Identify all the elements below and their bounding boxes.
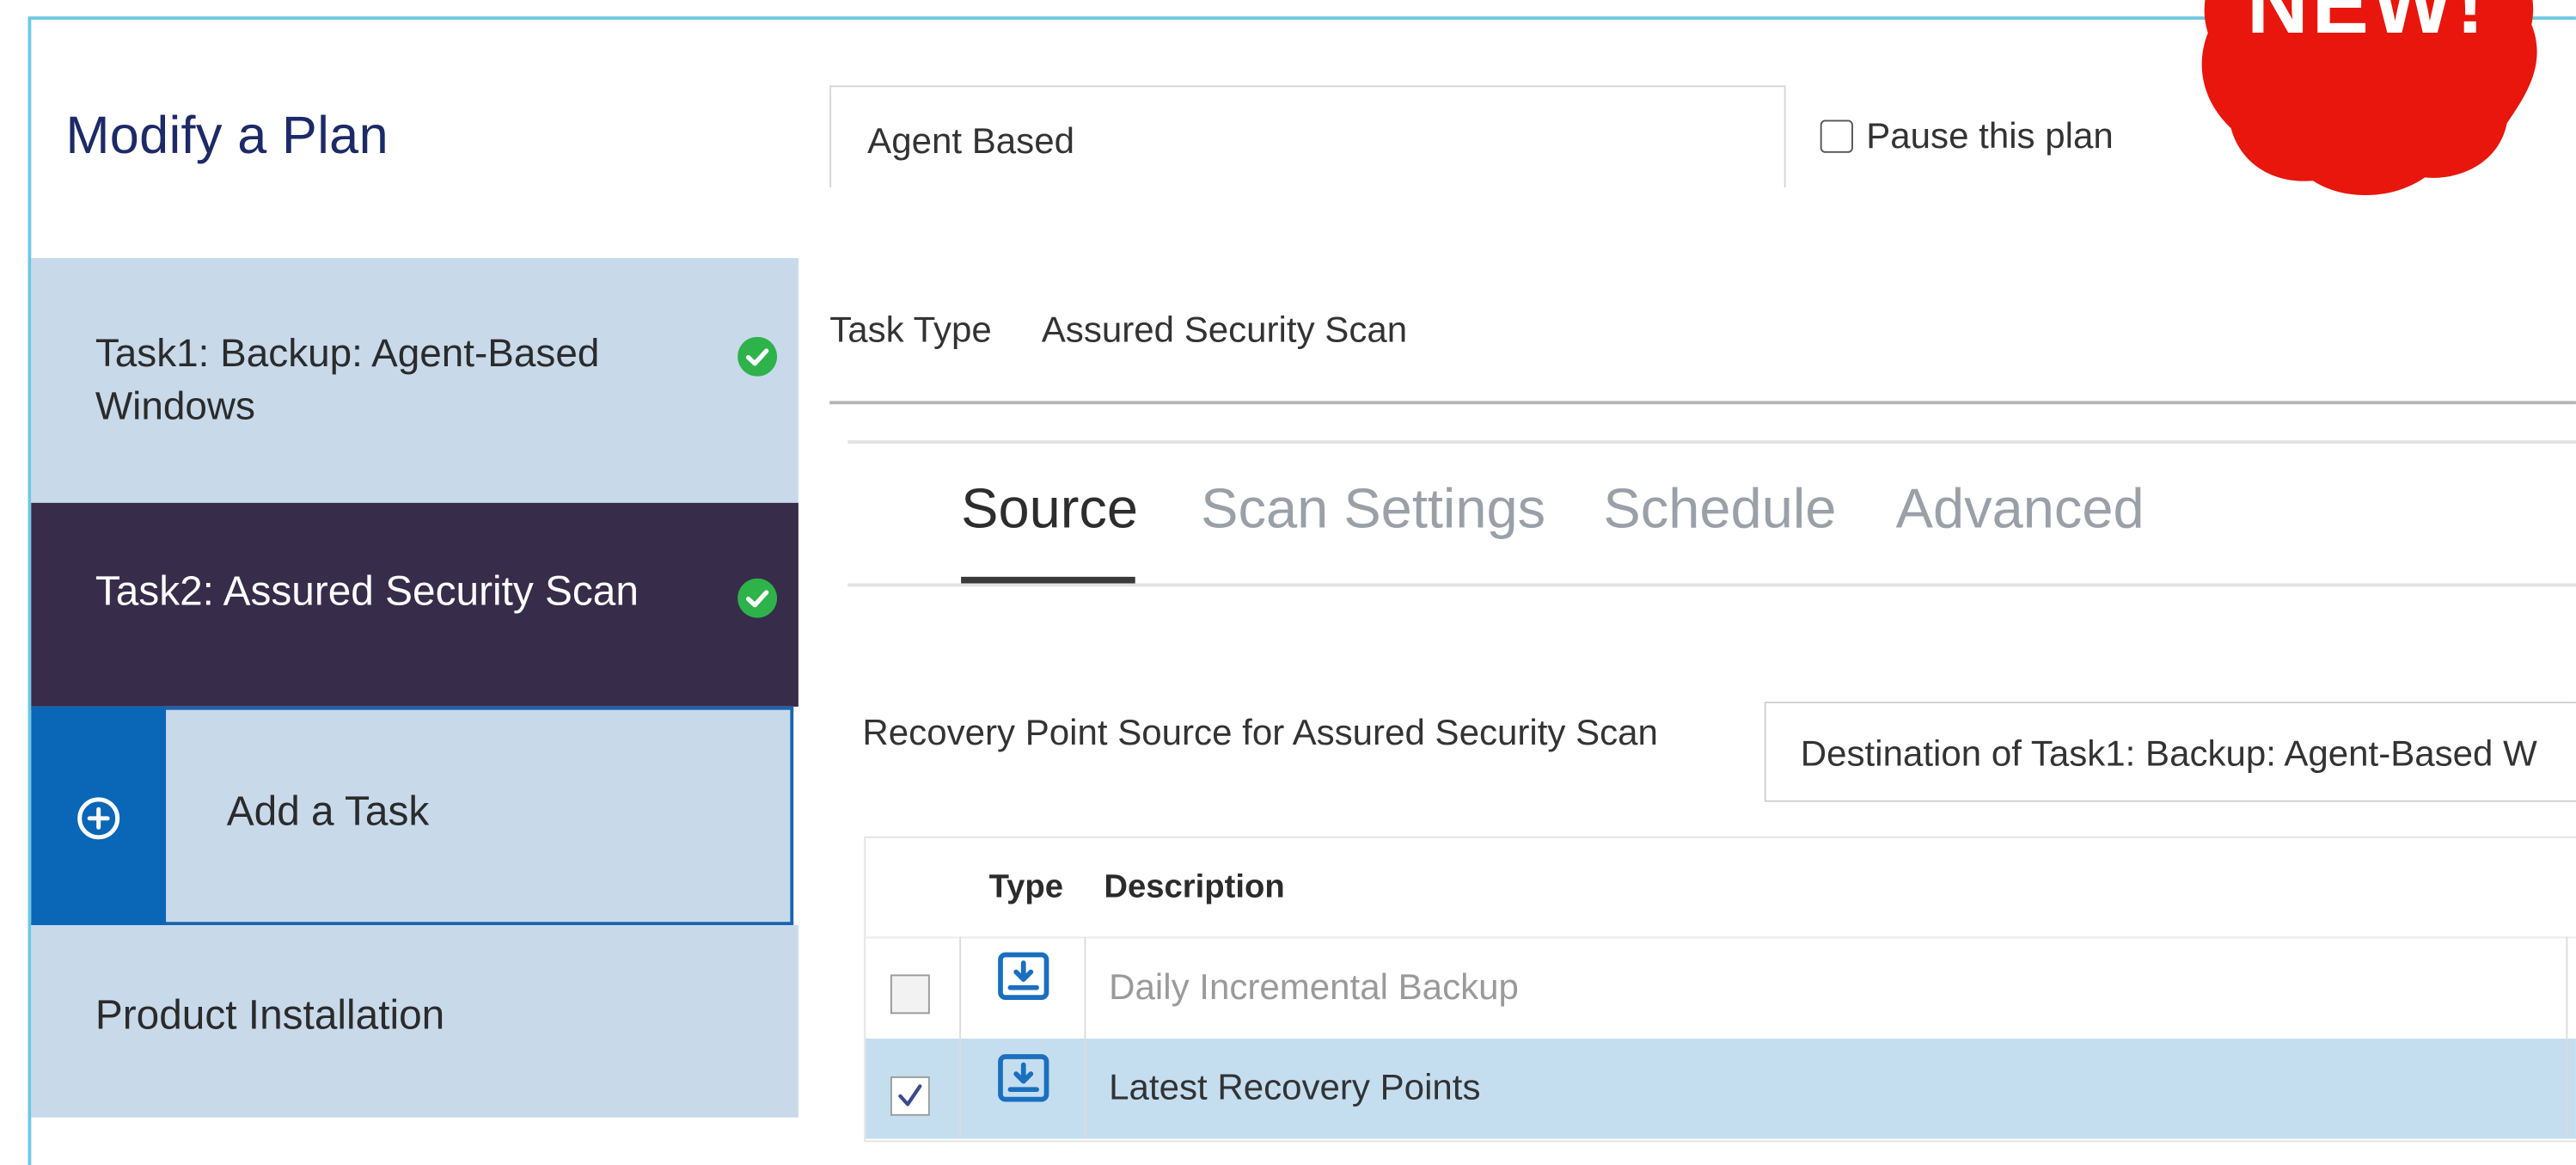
recovery-point-source-label: Recovery Point Source for Assured Securi… [862,711,1658,753]
sidebar-item-label: Task2: Assured Security Scan [95,568,639,615]
plan-name-input[interactable]: Agent Based [829,85,1786,187]
tab-advanced[interactable]: Advanced [1896,478,2145,543]
checkmark-icon [898,1084,922,1107]
row-description: Daily Incremental Backup [1109,966,1519,1008]
column-divider [2566,936,2568,1139]
new-badge: NEW! [2201,0,2537,195]
column-header-description[interactable]: Description [1104,869,1284,907]
page-title: Modify a Plan [65,105,389,165]
new-badge-text: NEW! [2247,0,2487,52]
recovery-point-source-select[interactable]: Destination of Task1: Backup: Agent-Base… [1764,702,2576,802]
pause-plan-checkbox[interactable] [1820,120,1853,153]
divider [847,583,2576,587]
backup-icon [998,952,1049,1001]
add-task-label: Add a Task [226,788,430,835]
divider [847,440,2576,445]
tab-source[interactable]: Source [961,478,1138,543]
check-circle-icon [737,336,778,377]
tab-scan-settings[interactable]: Scan Settings [1201,478,1545,543]
column-divider [1084,936,1086,1139]
check-circle-icon [737,578,778,618]
sidebar-item-label: Product Installation [95,992,445,1039]
column-divider [959,936,962,1139]
pause-plan-control[interactable]: Pause this plan [1820,115,2114,158]
column-header-type[interactable]: Type [989,869,1063,907]
task-type-value: Assured Security Scan [1041,309,1408,351]
backup-icon [998,1054,1049,1102]
sidebar-item-label: Task1: Backup: Agent-Based Windows [95,332,600,429]
task-type-label: Task Type [829,309,992,351]
pause-plan-label: Pause this plan [1866,114,2114,156]
tab-schedule[interactable]: Schedule [1603,478,1836,543]
divider [829,401,2576,405]
active-tab-indicator [961,576,1135,584]
row-checkbox[interactable] [890,974,930,1015]
row-description: Latest Recovery Points [1109,1066,1481,1108]
row-checkbox[interactable] [890,1076,930,1116]
plus-circle-icon [77,797,120,840]
app-window: Modify a Plan Agent Based Pause this pla… [0,0,2576,1165]
